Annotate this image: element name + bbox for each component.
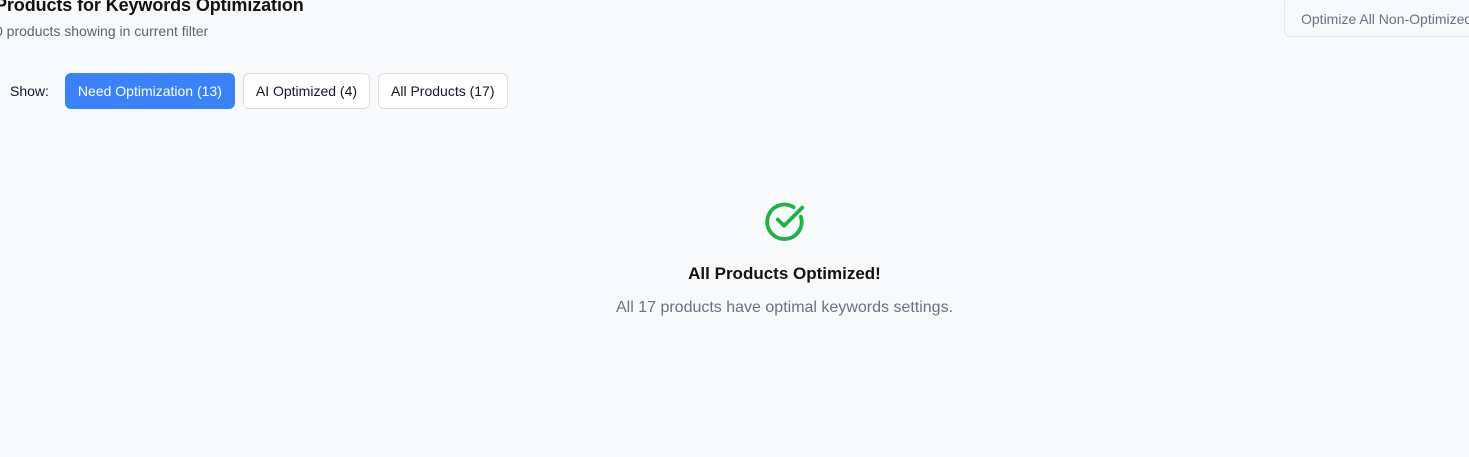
filter-all-products-button[interactable]: All Products (17) [378,73,508,109]
filter-label: Show: [10,83,49,99]
check-circle-icon [764,202,804,241]
empty-state: All Products Optimized! All 17 products … [0,198,1469,317]
filter-need-optimization-button[interactable]: Need Optimization (13) [64,73,235,109]
page-title: Products for Keywords Optimization [0,0,304,15]
empty-state-title: All Products Optimized! [688,264,881,283]
filter-bar: Show: Need Optimization (13) AI Optimize… [10,73,516,109]
filter-ai-optimized-button[interactable]: AI Optimized (4) [242,73,371,109]
optimize-all-button[interactable]: Optimize All Non-Optimized [1284,0,1469,37]
keywords-optimization-page: Products for Keywords Optimization 0 pro… [0,0,1469,457]
empty-state-description: All 17 products have optimal keywords se… [615,299,954,316]
filter-count-text: 0 products showing in current filter [0,23,209,39]
